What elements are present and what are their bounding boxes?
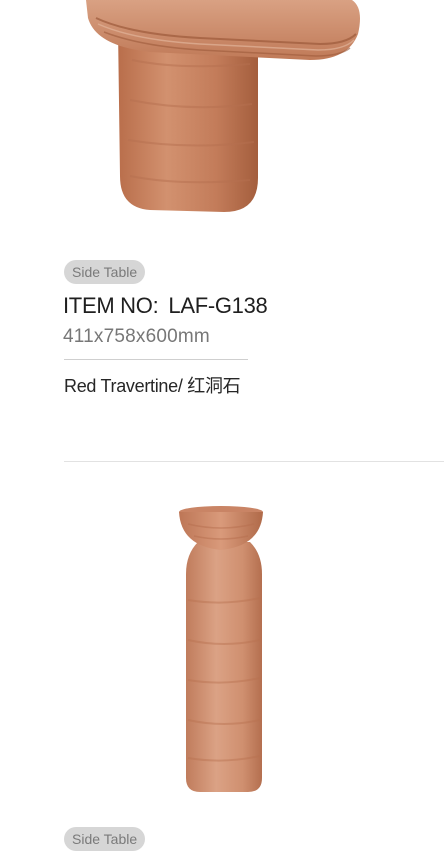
- product-material: Red Travertine/ 红洞石: [64, 376, 241, 396]
- product-image-side-table: [86, 0, 360, 212]
- divider: [64, 359, 248, 360]
- item-number-label: ITEM NO:: [63, 293, 159, 318]
- item-number-value: LAF-G138: [168, 293, 268, 318]
- product-dimensions: 411x758x600mm: [63, 326, 210, 347]
- item-number: ITEM NO: LAF-G138: [63, 293, 268, 319]
- section-divider: [64, 461, 444, 462]
- product-image-pedestal-table: [179, 506, 263, 792]
- category-badge: Side Table: [64, 827, 146, 851]
- category-badge: Side Table: [64, 260, 146, 284]
